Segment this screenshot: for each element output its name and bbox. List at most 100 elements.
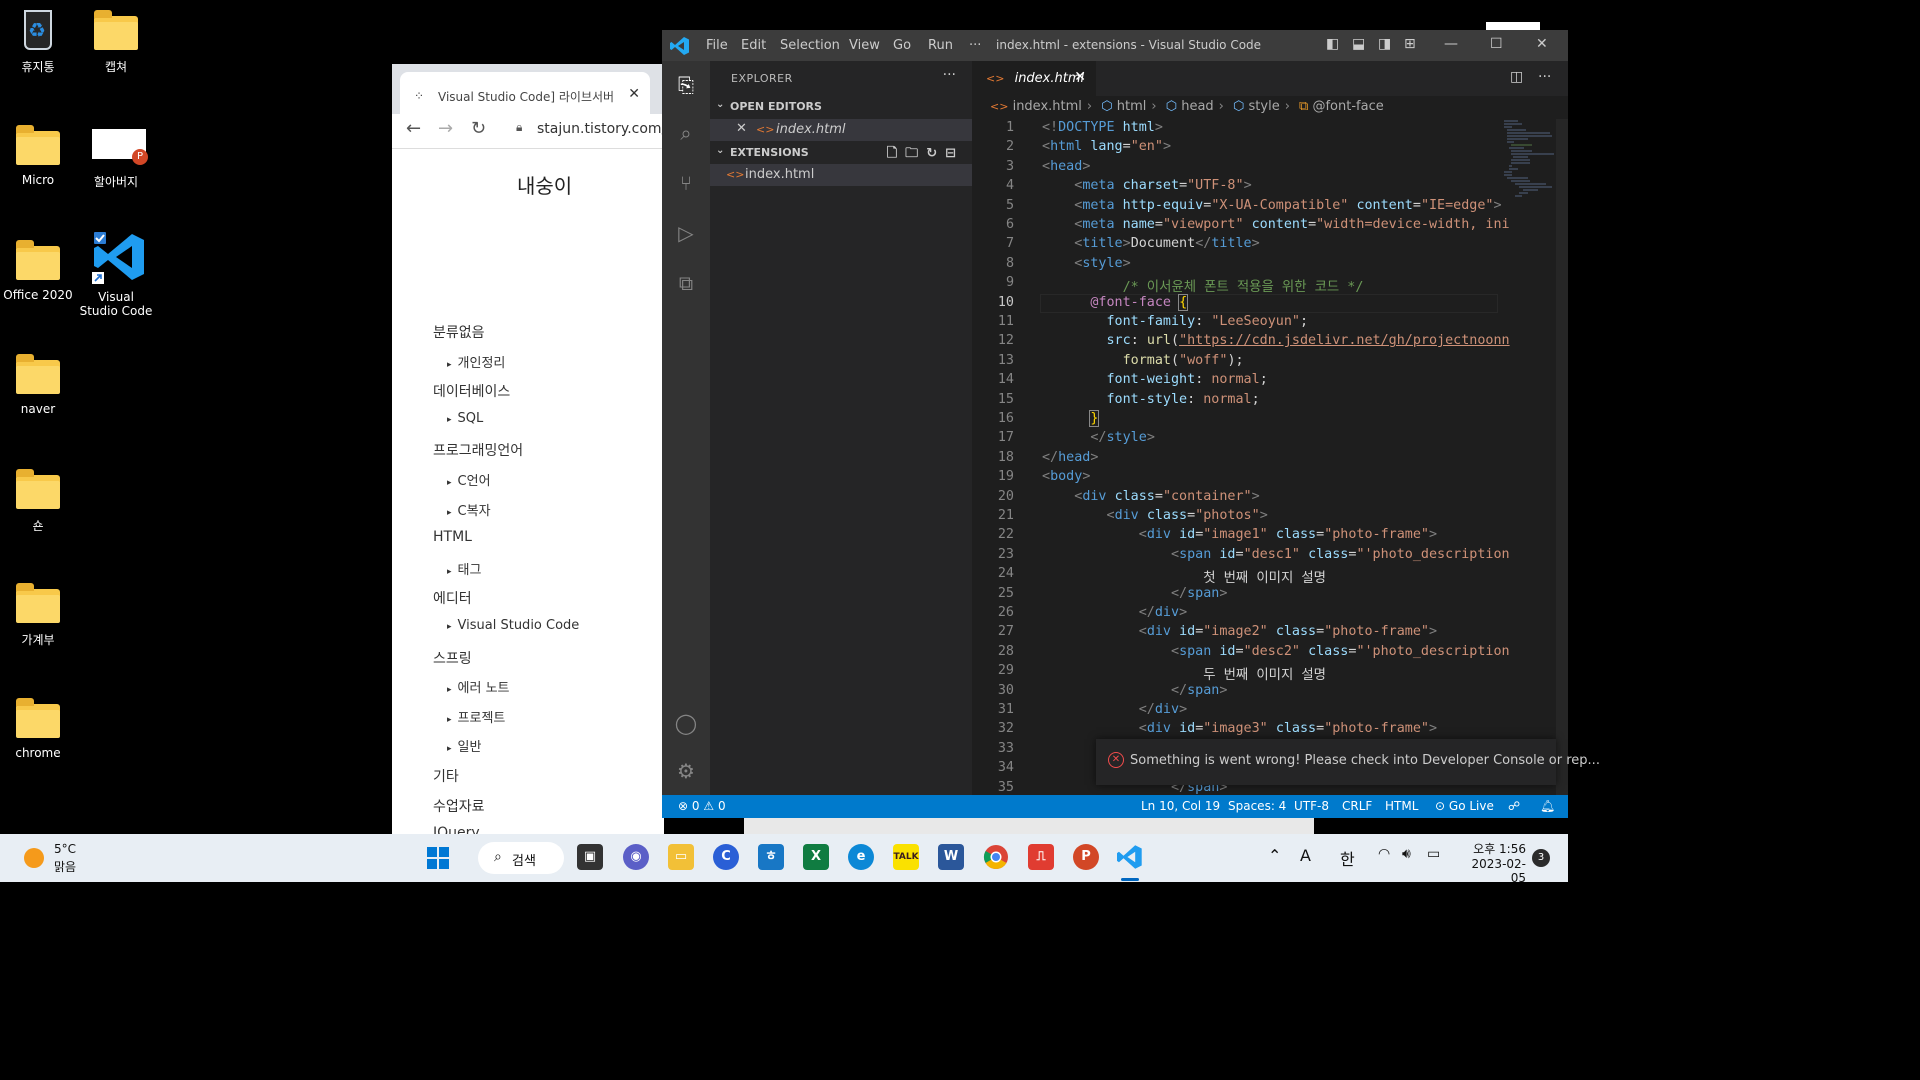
problems-indicator[interactable]: ⊗ 0 ⚠ 0 (678, 799, 726, 813)
taskbar-search[interactable]: ⌕ 검색 (478, 842, 564, 874)
explorer-icon[interactable]: ⎘ (674, 73, 698, 97)
word-icon[interactable]: W (938, 844, 964, 870)
ime-mode-a[interactable]: A (1300, 846, 1311, 865)
collapse-all-icon[interactable]: ⊟ (945, 146, 964, 161)
menu-selection[interactable]: Selection (780, 38, 840, 53)
category-item[interactable]: 수업자료 (433, 796, 485, 816)
category-item[interactable]: 기타 (433, 766, 459, 786)
notifications-bell-icon[interactable]: 🔔︎ (1540, 799, 1555, 813)
category-item[interactable]: 에디터 (433, 588, 472, 608)
close-window-icon[interactable]: ✕ (1536, 36, 1548, 52)
category-item[interactable]: 분류없음 (433, 322, 485, 342)
breadcrumb-item[interactable]: style (1249, 99, 1280, 114)
editor-tab-active[interactable]: <> index.html ✕ (972, 61, 1096, 96)
address-bar[interactable]: stajun.tistory.com/e (537, 121, 664, 137)
category-item[interactable]: 스프링 (433, 648, 472, 668)
refresh-icon[interactable]: ↻ (926, 146, 945, 161)
editor-more-icon[interactable]: ··· (1538, 69, 1551, 85)
desktop-icon-chrome-folder[interactable]: chrome (0, 694, 76, 760)
category-item[interactable]: 프로그래밍언어 (433, 440, 523, 460)
subcategory-item[interactable]: 태그 (447, 559, 482, 578)
accounts-icon[interactable]: ◯ (674, 711, 698, 735)
menu-file[interactable]: File (706, 38, 728, 53)
customize-layout-icon[interactable]: ⊞ (1404, 36, 1416, 52)
subcategory-item[interactable]: 에러 노트 (447, 677, 510, 696)
code-editor[interactable]: 1 <!DOCTYPE html> 2 <html lang="en"> 3 <hea… (972, 119, 1568, 795)
wifi-icon[interactable]: ◠ (1378, 846, 1390, 862)
clock[interactable]: 오후 1:56 2023-02-05 (1462, 840, 1526, 885)
desktop-icon-grandfather[interactable]: 할아버지 (78, 121, 154, 190)
line-ending[interactable]: CRLF (1342, 799, 1372, 813)
chrome-icon[interactable] (983, 844, 1009, 870)
toggle-primary-sidebar-icon[interactable]: ◧ (1326, 36, 1339, 52)
menu-edit[interactable]: Edit (741, 38, 766, 53)
encoding[interactable]: UTF-8 (1294, 799, 1329, 813)
feedback-icon[interactable]: ☍ (1508, 799, 1520, 813)
menu-view[interactable]: View (849, 38, 880, 53)
run-debug-icon[interactable]: ▷ (674, 221, 698, 245)
menu-run[interactable]: Run (928, 38, 953, 53)
cursor-position[interactable]: Ln 10, Col 19 (1141, 799, 1220, 813)
back-arrow-icon[interactable]: ← (406, 118, 421, 139)
close-tab-icon[interactable]: ✕ (628, 86, 640, 102)
file-tree-item[interactable]: <> index.html (710, 164, 972, 186)
browser-tab[interactable]: ⁘ Visual Studio Code] 라이브서버 ✕ (400, 72, 650, 114)
minimize-icon[interactable]: — (1444, 36, 1458, 52)
category-item[interactable]: 데이터베이스 (433, 381, 510, 401)
kakaotalk-icon[interactable]: TALK (893, 844, 919, 870)
subcategory-item[interactable]: C복자 (447, 500, 491, 519)
category-item[interactable]: HTML (433, 529, 472, 545)
category-item[interactable]: JQuery (433, 825, 480, 834)
subcategory-item[interactable]: 개인정리 (447, 352, 506, 371)
extensions-folder-section[interactable]: ⌄ EXTENSIONS 🗋︎🗀︎↻⊟ (710, 142, 972, 164)
notification-badge[interactable]: 3 (1532, 849, 1550, 867)
desktop-icon-recycle-bin[interactable]: 휴지통 (0, 6, 76, 75)
volume-icon[interactable]: 🔊︎ (1402, 846, 1411, 862)
hangul-office-icon[interactable]: ㅎ (758, 844, 784, 870)
open-editor-item[interactable]: ✕ <> index.html (710, 119, 972, 141)
windows-start-icon[interactable] (426, 846, 450, 870)
chat-icon[interactable]: ◉ (623, 844, 649, 870)
menu-more[interactable]: ··· (969, 38, 981, 53)
language-mode[interactable]: HTML (1385, 799, 1418, 813)
new-folder-icon[interactable]: 🗀︎ (905, 146, 926, 161)
powerpoint-icon[interactable]: P (1073, 844, 1099, 870)
file-explorer-icon[interactable]: ▭ (668, 844, 694, 870)
subcategory-item[interactable]: Visual Studio Code (447, 618, 580, 633)
ime-mode-han[interactable]: 한 (1340, 846, 1355, 870)
desktop-icon-vscode[interactable]: Visual Studio Code (78, 230, 154, 318)
desktop-icon-household-ledger[interactable]: 가계부 (0, 579, 76, 648)
manage-gear-icon[interactable]: ⚙ (674, 759, 698, 783)
app-c-icon[interactable]: C (713, 844, 739, 870)
menu-go[interactable]: Go (893, 38, 911, 53)
toggle-panel-icon[interactable]: ⬓ (1352, 36, 1365, 52)
breadcrumb-item[interactable]: index.html (1013, 99, 1082, 114)
close-tab-icon[interactable]: ✕ (1074, 69, 1086, 85)
source-control-icon[interactable]: ⑂ (674, 171, 698, 195)
maximize-icon[interactable]: ☐ (1490, 36, 1503, 52)
vscode-taskbar-icon[interactable] (1117, 844, 1143, 870)
breadcrumb-item[interactable]: head (1181, 99, 1213, 114)
open-editors-section[interactable]: ⌄ OPEN EDITORS (710, 96, 972, 118)
split-editor-icon[interactable]: ◫ (1510, 69, 1523, 85)
indentation[interactable]: Spaces: 4 (1228, 799, 1286, 813)
chevron-up-icon[interactable]: ⌃ (1268, 846, 1281, 865)
close-editor-icon[interactable]: ✕ (736, 121, 747, 136)
new-file-icon[interactable]: 🗋︎ (887, 146, 905, 161)
toggle-secondary-sidebar-icon[interactable]: ◨ (1378, 36, 1391, 52)
task-view-icon[interactable]: ▣ (577, 844, 603, 870)
extensions-icon[interactable]: ⧉ (674, 271, 698, 295)
subcategory-item[interactable]: SQL (447, 411, 484, 426)
editor-scrollbar[interactable] (1556, 119, 1568, 795)
breadcrumb-item[interactable]: html (1117, 99, 1147, 114)
desktop-icon-office-2020[interactable]: Office 2020 (0, 236, 76, 302)
edge-icon[interactable]: e (848, 844, 874, 870)
excel-icon[interactable]: X (803, 844, 829, 870)
more-actions-icon[interactable]: ··· (943, 67, 956, 83)
reload-icon[interactable]: ↻ (471, 118, 486, 139)
desktop-icon-micro[interactable]: Micro (0, 121, 76, 187)
minimap[interactable] (1502, 119, 1556, 209)
desktop-icon-capture[interactable]: 캡쳐 (78, 6, 154, 75)
subcategory-item[interactable]: 프로젝트 (447, 707, 506, 726)
breadcrumb-item[interactable]: @font-face (1312, 99, 1383, 114)
